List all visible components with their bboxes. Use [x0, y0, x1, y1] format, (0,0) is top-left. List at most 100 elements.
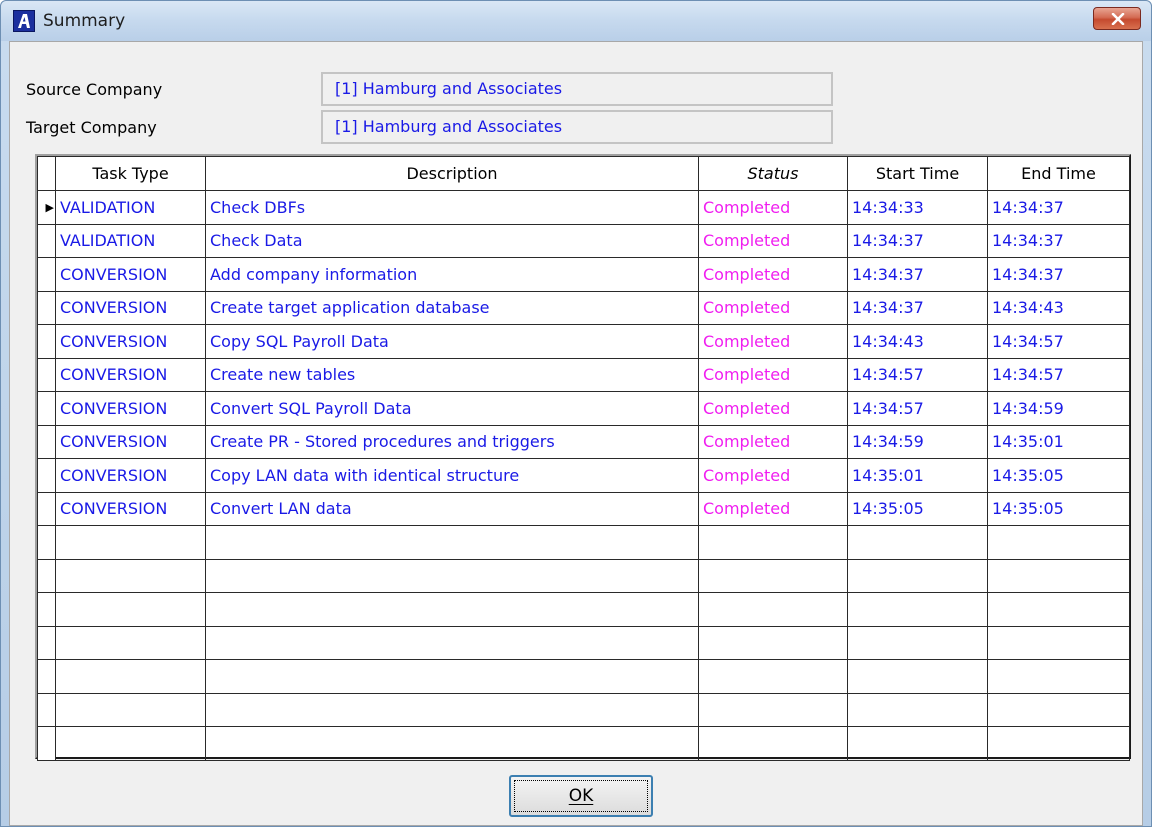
empty-cell[interactable]: [55, 625, 206, 660]
cell-description[interactable]: Convert LAN data: [205, 491, 699, 526]
cell-status[interactable]: Completed: [698, 190, 848, 225]
cell-end-time[interactable]: 14:35:01: [987, 424, 1130, 459]
cell-description[interactable]: Create new tables: [205, 357, 699, 392]
empty-cell[interactable]: [698, 592, 848, 627]
empty-cell[interactable]: [698, 558, 848, 593]
cell-end-time[interactable]: 14:34:57: [987, 357, 1130, 392]
cell-start-time[interactable]: 14:35:01: [847, 458, 988, 493]
table-row[interactable]: ▶ VALIDATION Check DBFs Completed 14:34:33 14…: [37, 190, 1130, 225]
empty-cell[interactable]: [55, 659, 206, 694]
empty-table-row[interactable]: [37, 692, 1130, 727]
empty-cell[interactable]: [698, 659, 848, 694]
cell-end-time[interactable]: 14:34:37: [987, 223, 1130, 258]
cell-task-type[interactable]: CONVERSION: [55, 257, 206, 292]
row-selector[interactable]: [37, 324, 56, 359]
empty-cell[interactable]: [847, 592, 988, 627]
cell-description[interactable]: Create PR - Stored procedures and trigge…: [205, 424, 699, 459]
cell-status[interactable]: Completed: [698, 257, 848, 292]
row-selector[interactable]: [37, 625, 56, 660]
cell-end-time[interactable]: 14:34:37: [987, 257, 1130, 292]
empty-cell[interactable]: [987, 592, 1130, 627]
cell-start-time[interactable]: 14:34:33: [847, 190, 988, 225]
cell-start-time[interactable]: 14:34:43: [847, 324, 988, 359]
close-button[interactable]: [1093, 7, 1141, 30]
table-row[interactable]: CONVERSION Create PR - Stored procedures …: [37, 424, 1130, 459]
table-row[interactable]: CONVERSION Convert LAN data Completed 14:35…: [37, 491, 1130, 526]
column-header-status[interactable]: Status: [698, 156, 848, 191]
row-selector[interactable]: [37, 592, 56, 627]
table-row[interactable]: CONVERSION Copy SQL Payroll Data Completed…: [37, 324, 1130, 359]
cell-description[interactable]: Check Data: [205, 223, 699, 258]
empty-cell[interactable]: [847, 692, 988, 727]
row-selector[interactable]: [37, 692, 56, 727]
empty-cell[interactable]: [847, 659, 988, 694]
empty-cell[interactable]: [55, 726, 206, 761]
empty-cell[interactable]: [205, 726, 699, 761]
cell-task-type[interactable]: CONVERSION: [55, 290, 206, 325]
table-row[interactable]: CONVERSION Add company information Complet…: [37, 257, 1130, 292]
row-selector[interactable]: [37, 726, 56, 761]
cell-status[interactable]: Completed: [698, 357, 848, 392]
table-row[interactable]: CONVERSION Convert SQL Payroll Data Comple…: [37, 391, 1130, 426]
empty-cell[interactable]: [847, 525, 988, 560]
cell-task-type[interactable]: CONVERSION: [55, 458, 206, 493]
cell-end-time[interactable]: 14:34:59: [987, 391, 1130, 426]
empty-cell[interactable]: [205, 692, 699, 727]
empty-cell[interactable]: [698, 525, 848, 560]
cell-start-time[interactable]: 14:34:57: [847, 391, 988, 426]
column-header-start-time[interactable]: Start Time: [847, 156, 988, 191]
empty-cell[interactable]: [205, 625, 699, 660]
empty-cell[interactable]: [847, 625, 988, 660]
cell-task-type[interactable]: CONVERSION: [55, 491, 206, 526]
empty-cell[interactable]: [55, 558, 206, 593]
title-bar[interactable]: Summary: [1, 1, 1151, 41]
cell-end-time[interactable]: 14:35:05: [987, 458, 1130, 493]
row-selector[interactable]: [37, 458, 56, 493]
cell-description[interactable]: Check DBFs: [205, 190, 699, 225]
summary-grid[interactable]: Task Type Description Status Start Time …: [35, 154, 1131, 761]
cell-status[interactable]: Completed: [698, 491, 848, 526]
empty-cell[interactable]: [55, 692, 206, 727]
cell-task-type[interactable]: CONVERSION: [55, 324, 206, 359]
empty-cell[interactable]: [987, 525, 1130, 560]
cell-start-time[interactable]: 14:34:37: [847, 290, 988, 325]
cell-description[interactable]: Add company information: [205, 257, 699, 292]
cell-status[interactable]: Completed: [698, 391, 848, 426]
empty-cell[interactable]: [55, 592, 206, 627]
cell-end-time[interactable]: 14:34:57: [987, 324, 1130, 359]
cell-status[interactable]: Completed: [698, 324, 848, 359]
empty-cell[interactable]: [698, 692, 848, 727]
empty-table-row[interactable]: [37, 625, 1130, 660]
cell-description[interactable]: Create target application database: [205, 290, 699, 325]
empty-table-row[interactable]: [37, 592, 1130, 627]
empty-cell[interactable]: [987, 625, 1130, 660]
row-selector[interactable]: [37, 290, 56, 325]
cell-status[interactable]: Completed: [698, 424, 848, 459]
cell-start-time[interactable]: 14:34:59: [847, 424, 988, 459]
empty-cell[interactable]: [847, 558, 988, 593]
row-selector[interactable]: [37, 257, 56, 292]
cell-task-type[interactable]: VALIDATION: [55, 190, 206, 225]
row-selector[interactable]: [37, 525, 56, 560]
row-selector[interactable]: [37, 223, 56, 258]
empty-cell[interactable]: [205, 592, 699, 627]
column-header-description[interactable]: Description: [205, 156, 699, 191]
row-selector[interactable]: ▶: [37, 190, 56, 225]
empty-cell[interactable]: [698, 726, 848, 761]
cell-description[interactable]: Copy LAN data with identical structure: [205, 458, 699, 493]
empty-table-row[interactable]: [37, 558, 1130, 593]
cell-task-type[interactable]: CONVERSION: [55, 391, 206, 426]
cell-end-time[interactable]: 14:35:05: [987, 491, 1130, 526]
cell-end-time[interactable]: 14:34:43: [987, 290, 1130, 325]
cell-status[interactable]: Completed: [698, 290, 848, 325]
empty-cell[interactable]: [205, 659, 699, 694]
empty-cell[interactable]: [987, 659, 1130, 694]
ok-button[interactable]: OK: [509, 775, 653, 817]
empty-cell[interactable]: [847, 726, 988, 761]
table-row[interactable]: CONVERSION Create new tables Completed 14:3…: [37, 357, 1130, 392]
table-row[interactable]: CONVERSION Create target application data…: [37, 290, 1130, 325]
empty-cell[interactable]: [987, 726, 1130, 761]
cell-status[interactable]: Completed: [698, 458, 848, 493]
cell-task-type[interactable]: CONVERSION: [55, 424, 206, 459]
cell-status[interactable]: Completed: [698, 223, 848, 258]
